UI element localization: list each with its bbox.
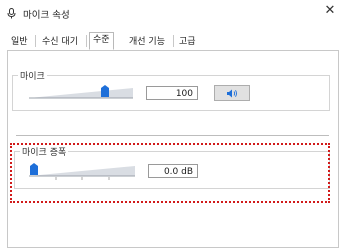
tab-separator — [173, 35, 174, 47]
microphone-level-slider[interactable] — [29, 84, 133, 104]
separator-line — [16, 135, 329, 136]
microphone-label: 마이크 — [18, 69, 47, 82]
tab-separator — [86, 35, 87, 47]
title-bar: 마이크 속성 ✕ — [0, 0, 342, 26]
mute-button[interactable] — [214, 85, 250, 101]
boost-highlight — [10, 143, 330, 203]
tab-separator — [35, 35, 36, 47]
microphone-group: 마이크 100 — [12, 69, 330, 111]
tab-levels[interactable]: 수준 — [89, 32, 114, 50]
speaker-icon — [227, 89, 238, 101]
tab-enhancements[interactable]: 개선 기능 — [125, 34, 169, 50]
levels-panel: 마이크 100 마이크 증폭 0.0 dB — [7, 50, 339, 248]
microphone-level-value[interactable]: 100 — [146, 86, 198, 100]
window-title: 마이크 속성 — [23, 10, 70, 21]
close-button[interactable]: ✕ — [318, 0, 342, 24]
microphone-icon — [7, 8, 16, 19]
tab-advanced[interactable]: 고급 — [175, 34, 200, 50]
tab-listen[interactable]: 수신 대기 — [38, 34, 82, 50]
tab-general[interactable]: 일반 — [7, 34, 32, 50]
